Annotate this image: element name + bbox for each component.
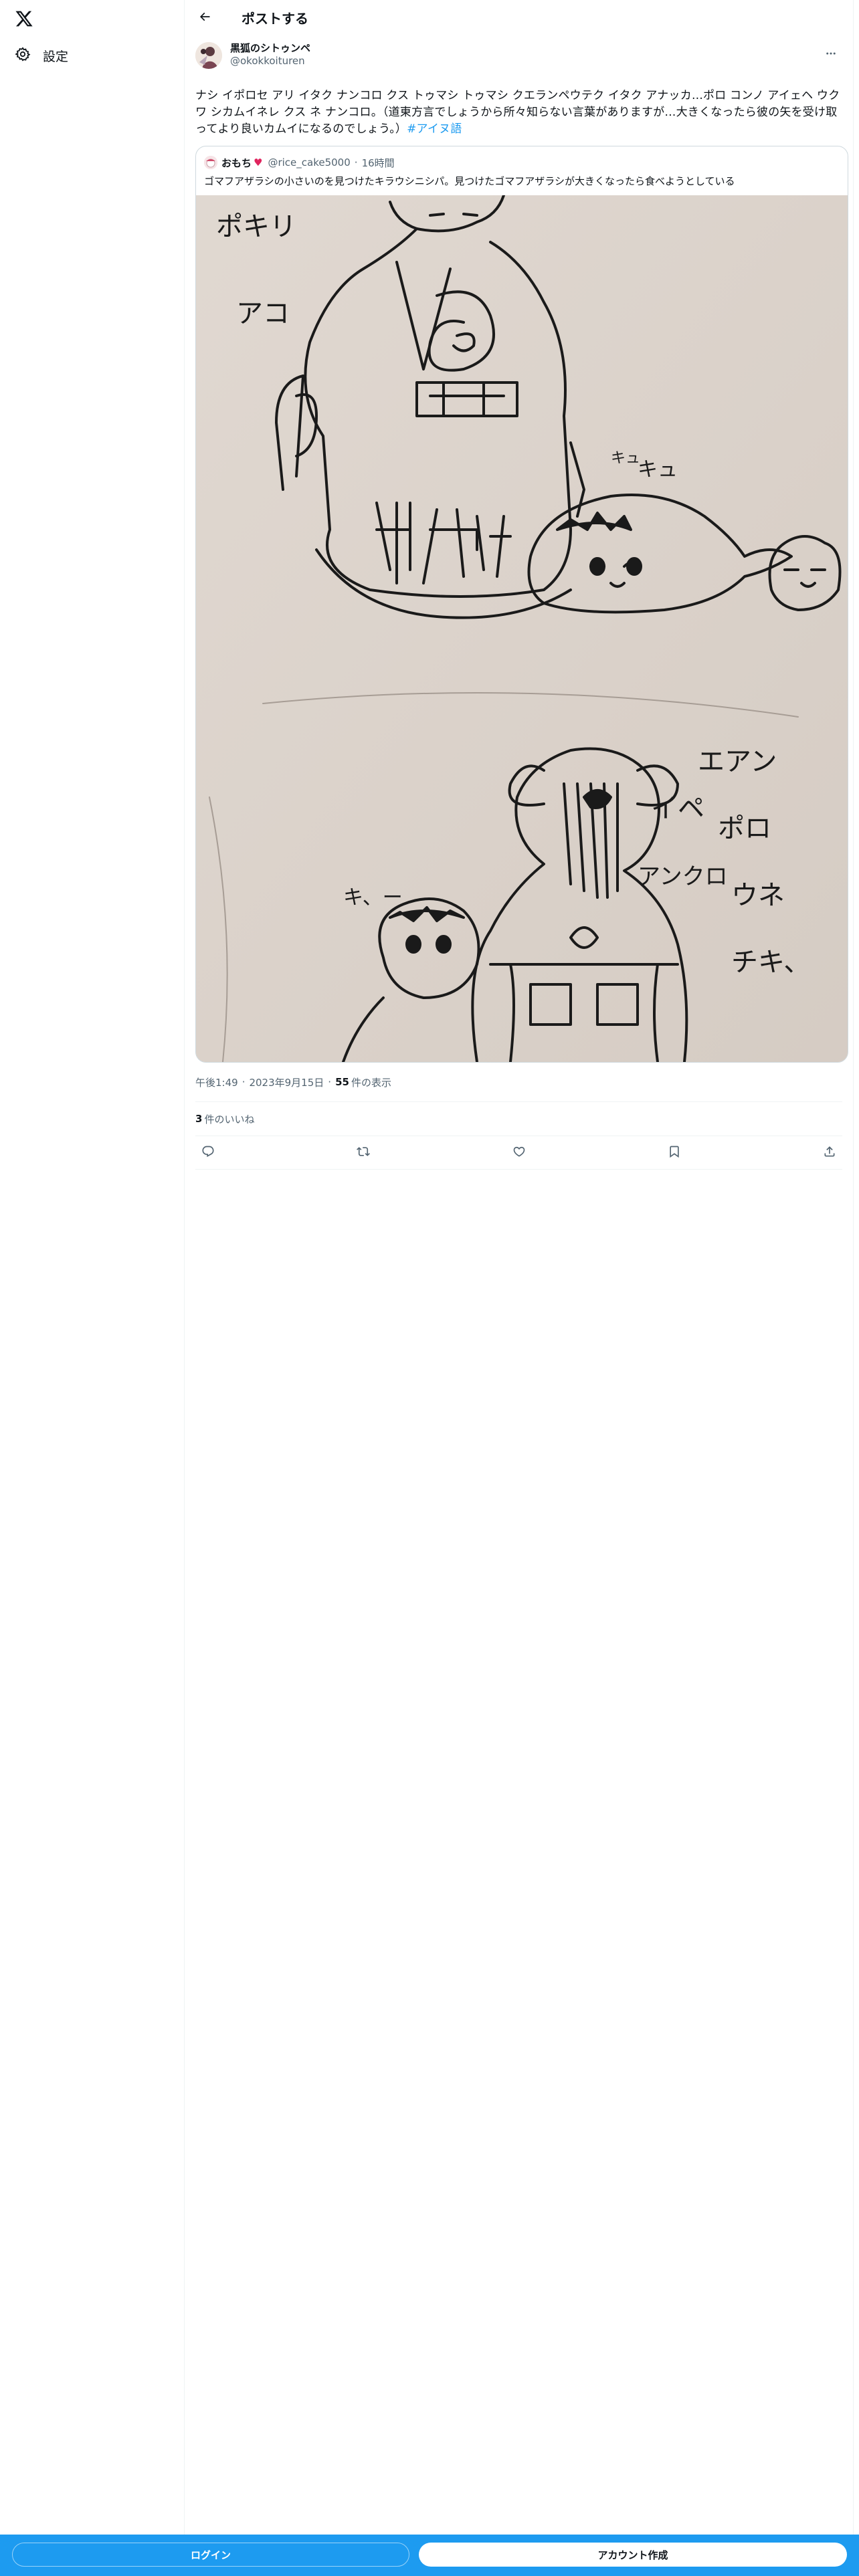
left-sidebar: 設定 bbox=[0, 0, 185, 2535]
quoted-post-text: ゴマフアザラシの小さいのを見つけたキラウシニシパ。見つけたゴマフアザラシが大きく… bbox=[204, 175, 735, 187]
image-text-ean: エアン bbox=[698, 746, 777, 777]
image-text-chiki: チキ、 bbox=[731, 947, 810, 978]
quoted-time: 16時間 bbox=[361, 156, 395, 169]
separator-dot: · bbox=[328, 1076, 332, 1088]
sidebar-item-settings-label: 設定 bbox=[43, 49, 69, 64]
bookmark-icon bbox=[668, 1145, 681, 1161]
image-text-une: ウネ bbox=[731, 880, 785, 911]
views-label: 件の表示 bbox=[351, 1076, 391, 1089]
quoted-display-name: おもち bbox=[221, 156, 252, 169]
image-text-ipe: イペ bbox=[651, 793, 704, 824]
separator-dot: · bbox=[242, 1076, 246, 1088]
likes-count: 3 bbox=[195, 1113, 203, 1125]
author-display-name[interactable]: 黒狐のシトゥンペ bbox=[230, 42, 310, 55]
like-icon bbox=[512, 1145, 526, 1161]
x-logo-icon[interactable] bbox=[9, 4, 39, 33]
separator-dot: · bbox=[354, 156, 358, 169]
post-date[interactable]: 2023年9月15日 bbox=[249, 1075, 324, 1089]
image-text-ako: アコ bbox=[236, 298, 290, 329]
hashtag-link[interactable]: #アイヌ語 bbox=[407, 122, 462, 136]
post-text: ナシ イポロセ アリ イタク ナンコロ クス トゥマシ トゥマシ クエランペウテ… bbox=[195, 88, 842, 138]
gear-icon bbox=[15, 46, 31, 65]
post-body-text: ナシ イポロセ アリ イタク ナンコロ クス トゥマシ トゥマシ クエランペウテ… bbox=[195, 89, 840, 136]
more-options-button[interactable] bbox=[821, 45, 841, 65]
repost-icon bbox=[357, 1145, 371, 1161]
image-text-kyu-small: キュ bbox=[611, 450, 640, 467]
heart-icon: ♥ bbox=[254, 156, 263, 169]
quoted-handle: @rice_cake5000 bbox=[268, 156, 351, 169]
bookmark-button[interactable] bbox=[663, 1142, 686, 1164]
views-count: 55 bbox=[335, 1076, 349, 1088]
likes-row[interactable]: 3 件のいいね bbox=[195, 1101, 842, 1136]
reply-button[interactable] bbox=[197, 1142, 219, 1164]
more-dots-icon bbox=[825, 47, 837, 62]
quoted-post-image[interactable]: ポキリ アコ キュ キュ エアン ポロ ウネ チキ、 イペ アンクロ キ、ー bbox=[196, 195, 848, 1062]
quoted-avatar bbox=[204, 156, 217, 169]
login-button[interactable]: ログイン bbox=[12, 2543, 409, 2567]
image-text-ankuro: アンクロ bbox=[638, 863, 728, 890]
image-text-poro: ポロ bbox=[718, 813, 771, 844]
page-title: ポストする bbox=[242, 11, 308, 27]
author-row: 黒狐のシトゥンペ @okokkoituren bbox=[195, 42, 842, 72]
like-button[interactable] bbox=[508, 1142, 531, 1164]
image-text-ki: キ、ー bbox=[343, 886, 403, 909]
login-banner: ログイン アカウント作成 bbox=[0, 2535, 859, 2576]
likes-label: 件のいいね bbox=[204, 1113, 255, 1125]
quoted-post-header: おもち ♥ @rice_cake5000 · 16時間 bbox=[196, 154, 848, 171]
action-bar bbox=[195, 1136, 842, 1170]
sidebar-item-settings[interactable]: 設定 bbox=[9, 40, 74, 71]
share-button[interactable] bbox=[818, 1142, 841, 1164]
back-button[interactable] bbox=[193, 7, 216, 29]
page-header: ポストする bbox=[185, 0, 853, 35]
image-text-pokiri: ポキリ bbox=[216, 211, 296, 242]
create-account-button[interactable]: アカウント作成 bbox=[419, 2543, 847, 2567]
author-names: 黒狐のシトゥンペ @okokkoituren bbox=[230, 42, 310, 68]
reply-icon bbox=[201, 1145, 215, 1161]
post-detail: 黒狐のシトゥンペ @okokkoituren ナシ イポロセ アリ イタク ナン… bbox=[185, 35, 853, 1170]
avatar[interactable] bbox=[195, 42, 222, 69]
post-meta: 午後1:49 · 2023年9月15日 · 55 件の表示 bbox=[195, 1073, 842, 1091]
main-column: ポストする 黒狐のシトゥンペ @okokkoituren ナシ イポロセ アリ … bbox=[185, 0, 853, 1170]
column-divider bbox=[853, 0, 854, 2535]
author-handle[interactable]: @okokkoituren bbox=[230, 55, 310, 68]
share-icon bbox=[823, 1145, 836, 1161]
arrow-left-icon bbox=[198, 10, 211, 26]
image-text-kyu: キュ bbox=[638, 458, 678, 481]
quoted-post[interactable]: おもち ♥ @rice_cake5000 · 16時間 ゴマフアザラシの小さいの… bbox=[195, 146, 848, 1063]
repost-button[interactable] bbox=[352, 1142, 375, 1164]
post-time[interactable]: 午後1:49 bbox=[195, 1075, 238, 1089]
